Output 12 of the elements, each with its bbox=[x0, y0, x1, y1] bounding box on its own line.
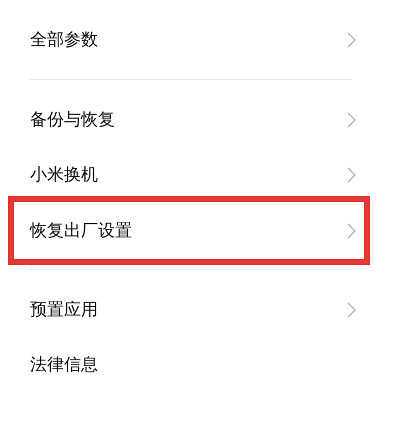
settings-item-label: 全部参数 bbox=[30, 29, 98, 51]
settings-item-label: 预置应用 bbox=[30, 299, 98, 321]
settings-item-label: 法律信息 bbox=[30, 354, 98, 376]
settings-item-label: 小米换机 bbox=[30, 164, 98, 186]
settings-item[interactable]: 小米换机 bbox=[0, 147, 402, 202]
settings-item[interactable]: 备份与恢复 bbox=[0, 92, 402, 147]
settings-item-label: 恢复出厂设置 bbox=[30, 220, 132, 242]
settings-item[interactable]: 全部参数 bbox=[0, 12, 402, 67]
settings-item-label: 备份与恢复 bbox=[30, 109, 115, 131]
settings-item[interactable]: 恢复出厂设置 bbox=[14, 202, 364, 259]
settings-item[interactable]: 预置应用 bbox=[0, 282, 402, 337]
settings-item[interactable]: 法律信息 bbox=[0, 337, 402, 392]
